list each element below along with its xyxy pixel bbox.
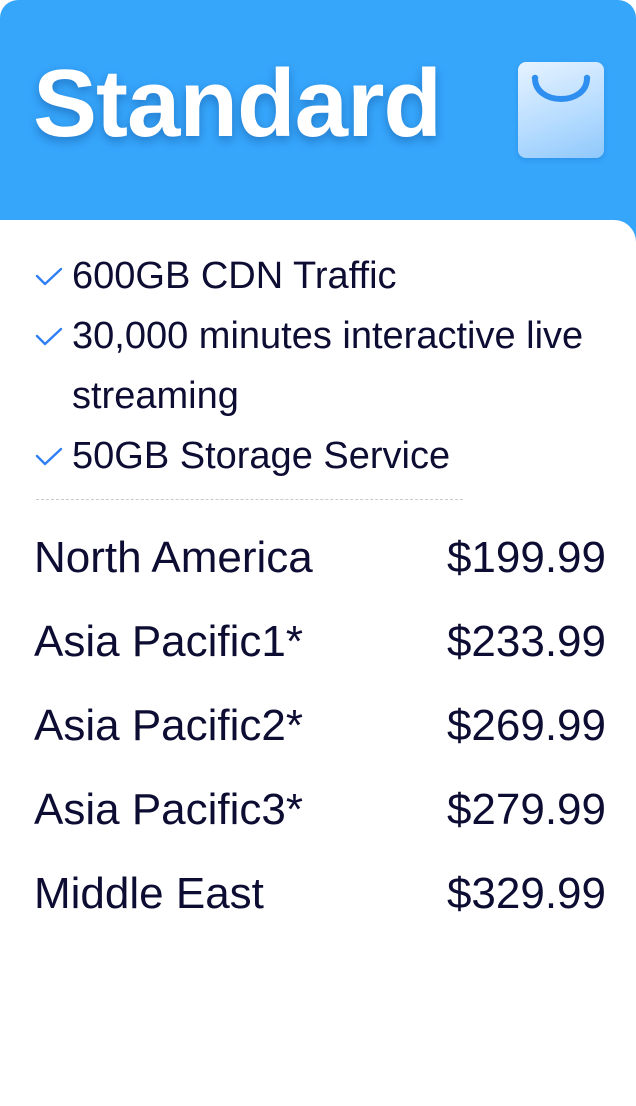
price-row: Middle East $329.99 (34, 852, 606, 936)
divider (36, 499, 463, 500)
plan-body: 600GB CDN Traffic 30,000 minutes interac… (0, 220, 636, 1106)
price-amount: $279.99 (446, 785, 606, 834)
feature-item: 50GB Storage Service (34, 426, 614, 486)
region-label: Asia Pacific3* (34, 785, 304, 834)
plan-header: Standard (0, 0, 636, 244)
price-amount: $233.99 (446, 617, 606, 666)
price-table: North America $199.99 Asia Pacific1* $23… (34, 516, 606, 936)
check-icon (35, 327, 63, 346)
feature-text: 600GB CDN Traffic (72, 255, 397, 297)
price-amount: $269.99 (446, 701, 606, 750)
region-label: Asia Pacific1* (34, 617, 304, 666)
plan-title: Standard (33, 50, 442, 157)
feature-item: 30,000 minutes interactive live streamin… (34, 306, 614, 426)
price-row: Asia Pacific1* $233.99 (34, 600, 606, 684)
price-row: Asia Pacific3* $279.99 (34, 768, 606, 852)
price-amount: $199.99 (446, 533, 606, 582)
check-icon (35, 447, 63, 466)
pricing-card: Standard 600GB CDN Traffic 30,000 minute… (0, 0, 636, 1106)
feature-text: 30,000 minutes interactive live streamin… (72, 315, 584, 417)
region-label: North America (34, 533, 313, 582)
price-row: North America $199.99 (34, 516, 606, 600)
check-icon (35, 267, 63, 286)
price-amount: $329.99 (446, 869, 606, 918)
price-row: Asia Pacific2* $269.99 (34, 684, 606, 768)
feature-item: 600GB CDN Traffic (34, 246, 614, 306)
shopping-bag-icon (518, 62, 604, 158)
region-label: Middle East (34, 869, 264, 918)
feature-text: 50GB Storage Service (72, 435, 451, 477)
feature-list: 600GB CDN Traffic 30,000 minutes interac… (34, 246, 614, 486)
region-label: Asia Pacific2* (34, 701, 304, 750)
